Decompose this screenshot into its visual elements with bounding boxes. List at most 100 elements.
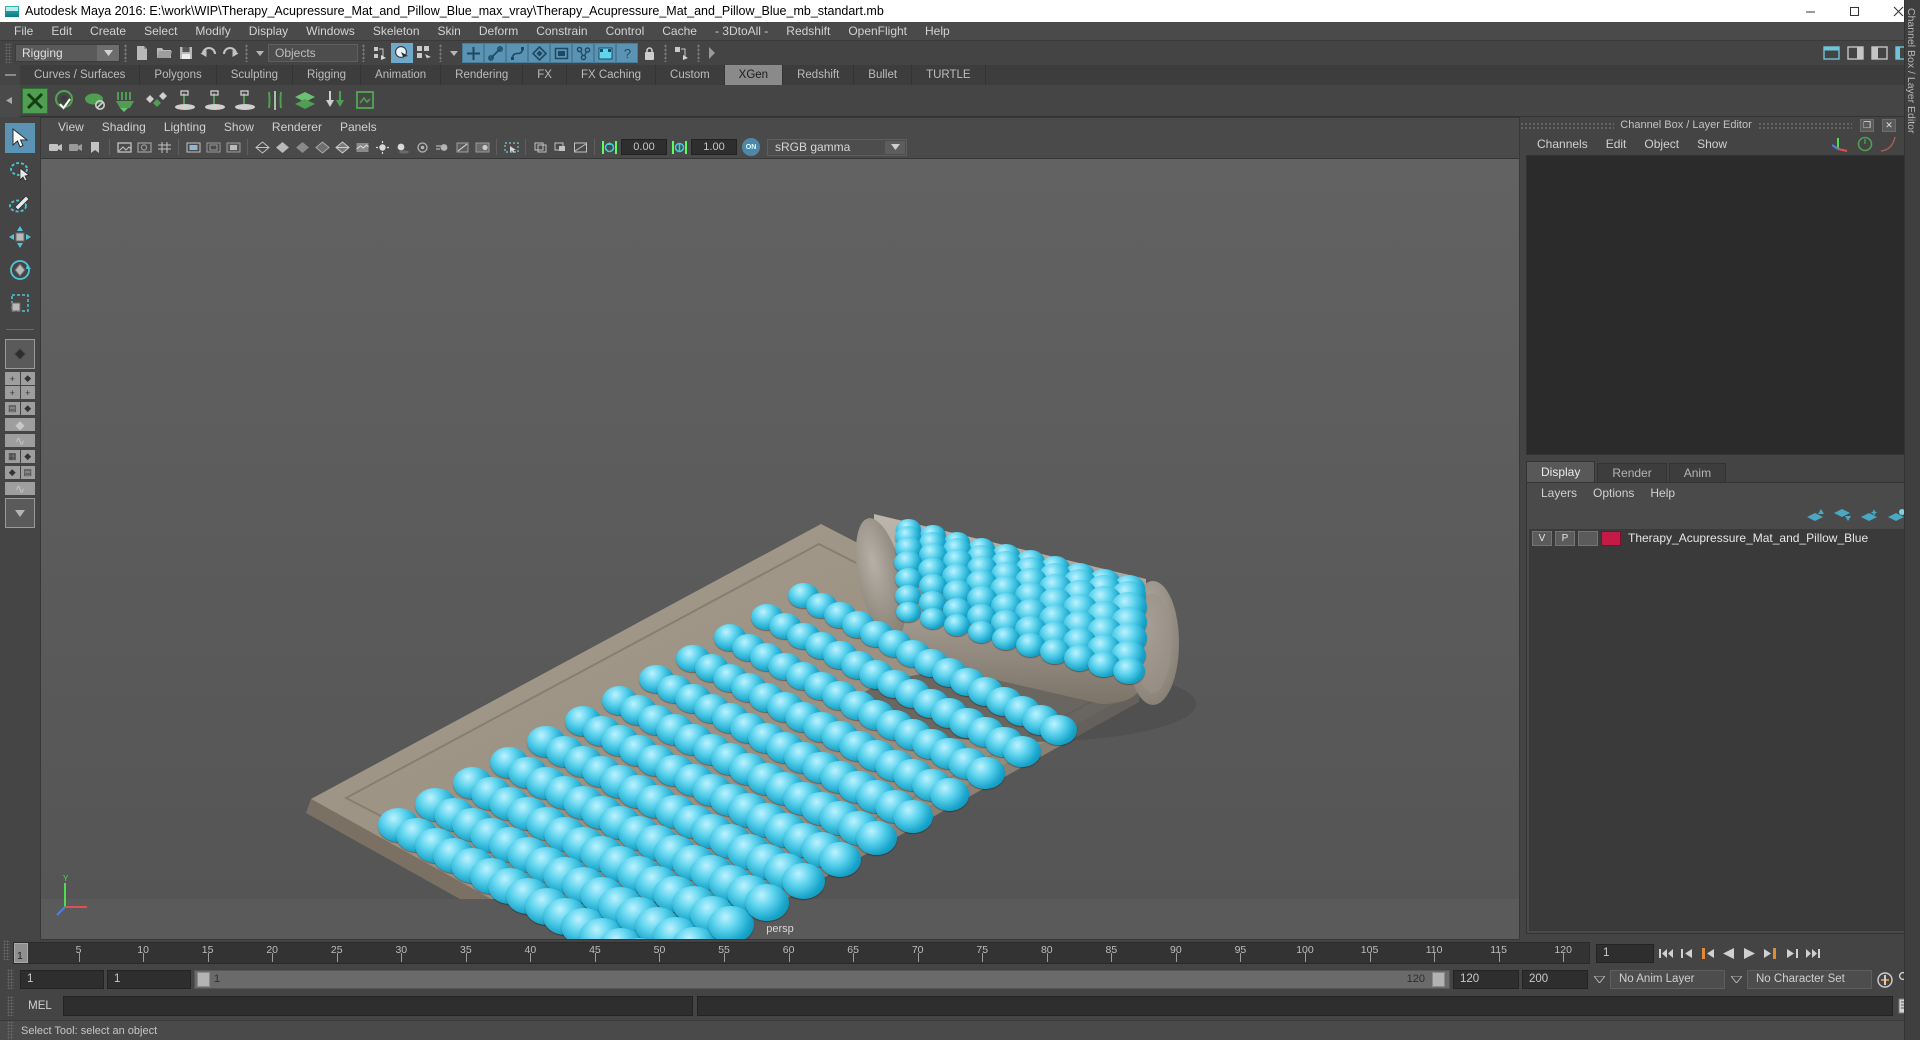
shelf-options-handle[interactable] <box>0 84 20 117</box>
shadows-toggle-icon[interactable] <box>393 138 411 156</box>
panel-drag-handle-right[interactable] <box>1757 121 1852 129</box>
shelf-tab-rendering[interactable]: Rendering <box>441 65 524 85</box>
toolbar-expand-right-icon[interactable] <box>704 44 720 63</box>
command-result[interactable] <box>697 996 1893 1016</box>
exposure-icon[interactable] <box>600 138 618 156</box>
step-back-frame-icon[interactable] <box>1677 944 1696 963</box>
chevron-down-icon[interactable] <box>252 44 268 63</box>
viewport-menu-view[interactable]: View <box>49 118 93 137</box>
depth-of-field-icon[interactable] <box>473 138 491 156</box>
panel-drag-handle-left[interactable] <box>1520 121 1615 129</box>
channel-menu-object[interactable]: Object <box>1635 137 1688 151</box>
perspective-viewport[interactable]: Y persp <box>40 158 1520 940</box>
shelf-tab-turtle[interactable]: TURTLE <box>912 65 986 85</box>
more-layouts-button[interactable] <box>5 498 35 528</box>
image-plane-icon[interactable] <box>115 138 133 156</box>
channel-menu-channels[interactable]: Channels <box>1528 137 1597 151</box>
channel-box-list[interactable] <box>1526 155 1914 455</box>
layer-menu-layers[interactable]: Layers <box>1533 486 1585 500</box>
menu-create[interactable]: Create <box>81 22 135 41</box>
motion-blur-icon[interactable] <box>433 138 451 156</box>
shelf-tab-curves-surfaces[interactable]: Curves / Surfaces <box>20 65 141 85</box>
screen-space-ao-icon[interactable] <box>413 138 431 156</box>
single-perspective-layout[interactable] <box>5 339 35 369</box>
minimize-button[interactable] <box>1788 0 1832 22</box>
film-gate-icon[interactable] <box>184 138 202 156</box>
attribute-editor-toggle-icon[interactable] <box>1844 43 1866 63</box>
lighting-toggle-icon[interactable] <box>373 138 391 156</box>
menu-set-selector[interactable]: Rigging <box>15 44 120 62</box>
rotate-tool[interactable] <box>5 255 35 285</box>
menu-redshift[interactable]: Redshift <box>777 22 839 41</box>
viewport-menu-panels[interactable]: Panels <box>331 118 386 137</box>
play-backwards-icon[interactable] <box>1719 944 1738 963</box>
animation-start-field[interactable]: 1 <box>107 969 191 989</box>
xray-joints-icon[interactable] <box>551 138 569 156</box>
shelf-tab-redshift[interactable]: Redshift <box>783 65 855 85</box>
snap-view-plane-icon[interactable] <box>550 43 572 63</box>
shelf-tab-rigging[interactable]: Rigging <box>293 65 362 85</box>
layout-cell-panel[interactable]: ▤ <box>20 466 35 479</box>
step-back-key-icon[interactable] <box>1698 944 1717 963</box>
command-input[interactable] <box>63 996 693 1016</box>
toolbar-separator-handle[interactable] <box>124 44 127 62</box>
redo-icon[interactable] <box>219 43 241 63</box>
paint-select-tool[interactable] <box>5 189 35 219</box>
exposure-value[interactable]: 0.00 <box>621 139 667 155</box>
chevron-down-icon-2[interactable] <box>446 44 462 63</box>
outliner-persp-layout[interactable]: ▤ ◆ <box>5 402 35 415</box>
input-output-connections-icon[interactable] <box>671 43 693 63</box>
toolbar-separator-handle-4[interactable] <box>439 44 442 62</box>
two-d-pan-zoom-icon[interactable] <box>135 138 153 156</box>
vertical-tab-channel-box[interactable]: Channel Box / Layer Editor <box>1905 8 1917 134</box>
layout-cell-outliner[interactable]: ▤ <box>5 402 20 415</box>
menu-display[interactable]: Display <box>240 22 297 41</box>
menu-skin[interactable]: Skin <box>429 22 470 41</box>
playback-end-field[interactable]: 200 <box>1522 969 1588 989</box>
manipulator-axis-icon[interactable] <box>1832 135 1850 153</box>
curve-icon[interactable] <box>1880 136 1896 152</box>
layer-tab-anim[interactable]: Anim <box>1668 463 1727 482</box>
lasso-select-tool[interactable] <box>5 156 35 186</box>
range-handle-left[interactable] <box>197 971 210 987</box>
select-by-hierarchy-icon[interactable] <box>369 43 391 63</box>
toolbar-separator-handle-6[interactable] <box>697 44 700 62</box>
wireframe-on-shaded-icon[interactable] <box>333 138 351 156</box>
channel-menu-edit[interactable]: Edit <box>1597 137 1636 151</box>
current-frame-field[interactable]: 1 <box>1596 943 1654 963</box>
step-forward-frame-icon[interactable] <box>1782 944 1801 963</box>
step-forward-key-icon[interactable] <box>1761 944 1780 963</box>
layout-cell-persp-2[interactable]: ◆ <box>20 450 35 463</box>
menu-skeleton[interactable]: Skeleton <box>364 22 429 41</box>
xgen-preset-3-icon[interactable] <box>232 88 258 114</box>
menu-edit[interactable]: Edit <box>42 22 81 41</box>
toolbar-separator-handle-5[interactable] <box>664 44 667 62</box>
show-hide-ui-icon[interactable] <box>1820 43 1842 63</box>
xray-icon[interactable] <box>531 138 549 156</box>
range-start-field[interactable]: 1 <box>20 969 104 989</box>
command-line-drag-handle[interactable] <box>7 996 14 1016</box>
move-layer-down-icon[interactable] <box>1833 508 1851 522</box>
time-slider-track[interactable]: 1 5 10 15 20 25 30 35 40 45 50 55 60 65 70 75 80 85 90 95 1… <box>13 942 1590 964</box>
xgen-sphere-check-icon[interactable] <box>52 88 78 114</box>
layer-tab-display[interactable]: Display <box>1526 461 1596 482</box>
shelf-tab-fx-caching[interactable]: FX Caching <box>566 65 657 85</box>
layout-cell-hypershade[interactable]: ▦ <box>5 450 20 463</box>
go-to-start-icon[interactable] <box>1656 944 1675 963</box>
viewport-menu-show[interactable]: Show <box>215 118 263 137</box>
select-by-component-icon[interactable] <box>413 43 435 63</box>
persp-only-layout[interactable]: ◆ <box>5 418 35 432</box>
select-by-object-icon[interactable] <box>391 43 413 63</box>
layout-cell-persp-3[interactable]: ◆ <box>5 466 20 479</box>
layer-menu-options[interactable]: Options <box>1585 486 1642 500</box>
new-layer-from-selected-icon[interactable] <box>1887 508 1905 522</box>
shelf-tab-custom[interactable]: Custom <box>656 65 725 85</box>
smooth-shade-all-icon[interactable] <box>273 138 291 156</box>
current-time-indicator[interactable]: 1 <box>14 943 28 963</box>
graph-editor-layout[interactable]: ∿ <box>5 482 35 496</box>
snap-curve-icon[interactable] <box>484 43 506 63</box>
range-slider-drag-handle[interactable] <box>7 969 14 989</box>
layer-tab-render[interactable]: Render <box>1597 463 1667 482</box>
persp-graph-layout[interactable]: ∿ <box>5 434 35 448</box>
construction-history-icon[interactable] <box>572 43 594 63</box>
